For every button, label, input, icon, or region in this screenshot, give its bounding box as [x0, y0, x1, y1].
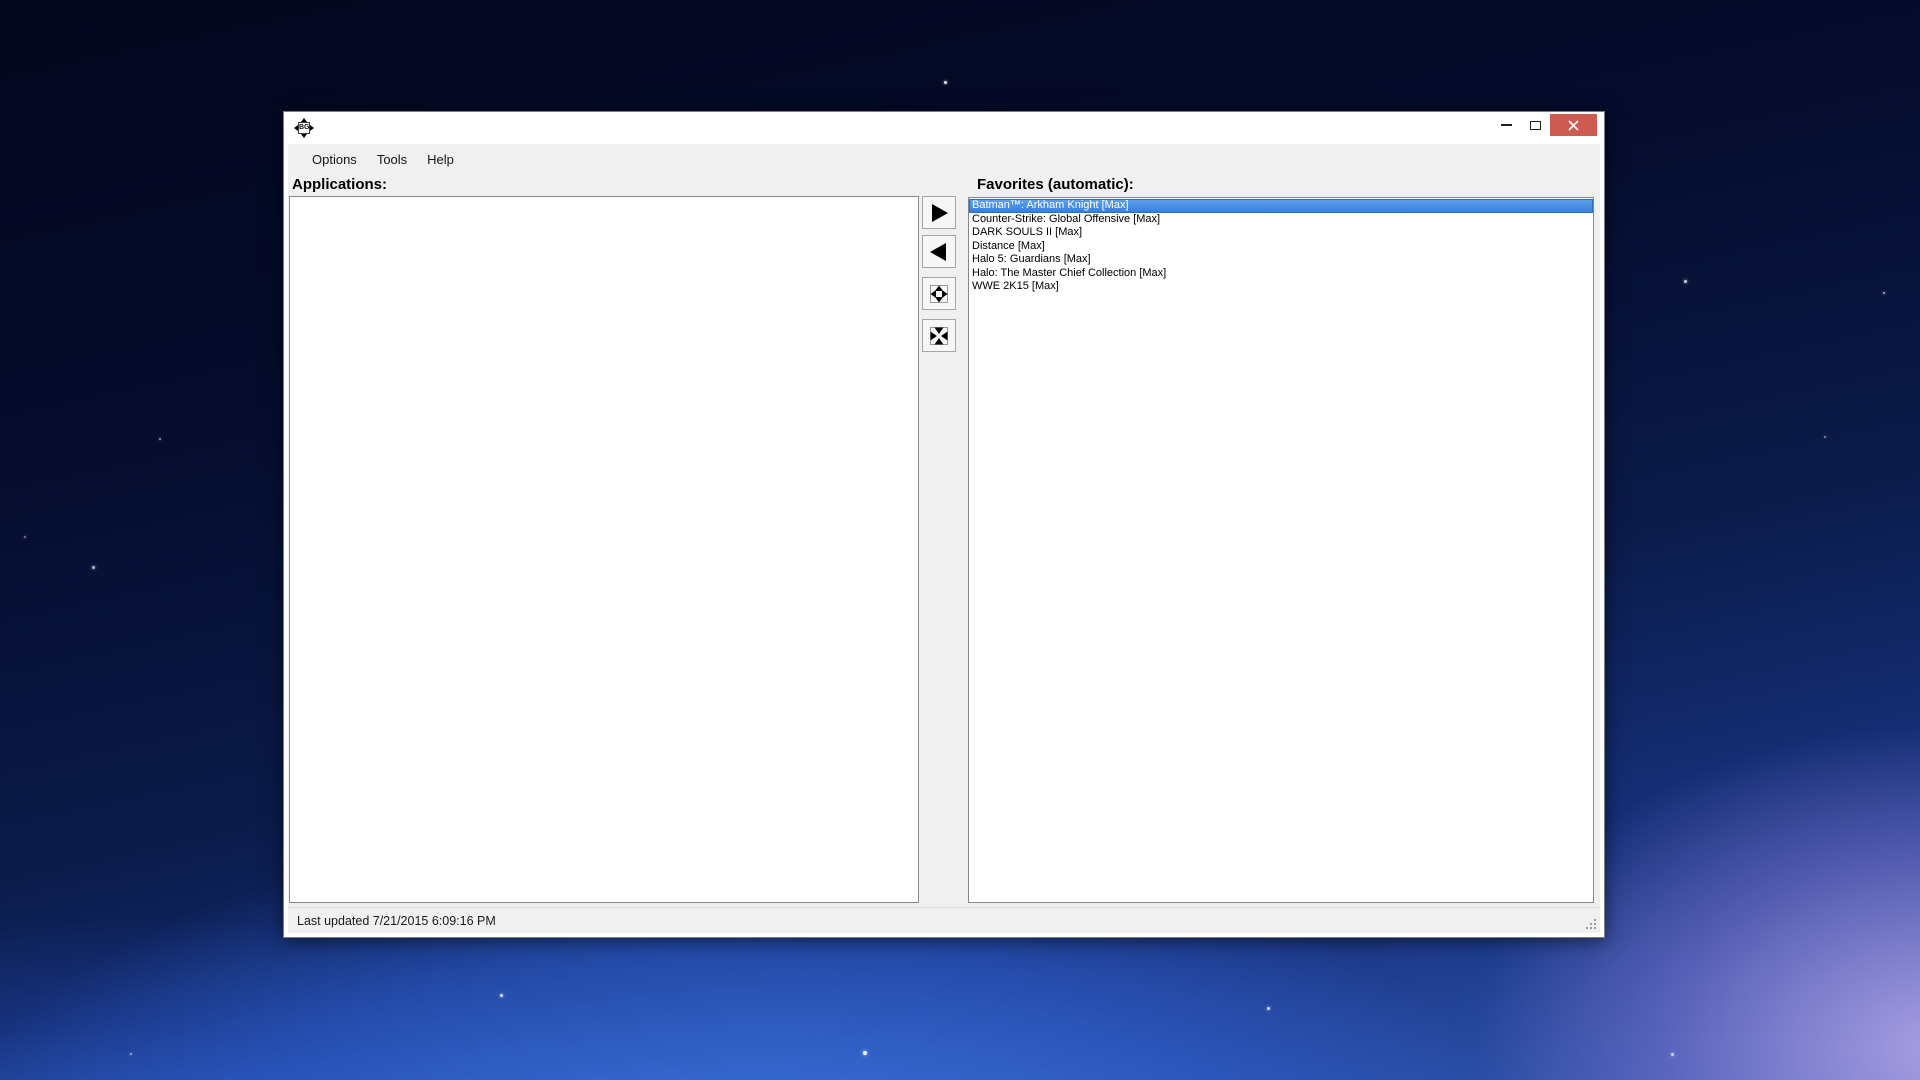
close-icon	[1568, 119, 1579, 131]
move-left-button[interactable]	[922, 235, 956, 268]
icon-arrow-down	[301, 134, 307, 138]
favorites-item[interactable]: Batman™: Arkham Knight [Max]	[969, 199, 1593, 213]
star	[944, 81, 947, 84]
star	[159, 438, 161, 440]
menu-item-help[interactable]: Help	[417, 148, 464, 171]
star	[1671, 1053, 1674, 1056]
favorites-item[interactable]: Halo 5: Guardians [Max]	[969, 253, 1593, 267]
right-arrow-icon	[932, 203, 948, 222]
icon-arrow-right	[310, 125, 314, 131]
contract-arrows-button[interactable]	[922, 319, 956, 352]
minimize-button[interactable]	[1492, 114, 1521, 136]
star	[1883, 292, 1885, 294]
expand-arrows-button[interactable]	[922, 277, 956, 310]
star	[500, 994, 503, 997]
left-arrow-icon	[930, 242, 946, 261]
favorites-item[interactable]: WWE 2K15 [Max]	[969, 280, 1593, 294]
favorites-item[interactable]: Counter-Strike: Global Offensive [Max]	[969, 213, 1593, 227]
app-window: BG Options Tools Help Applications: Favori…	[283, 111, 1605, 938]
menu-bar: Options Tools Help	[288, 144, 1600, 174]
menu-item-options[interactable]: Options	[302, 148, 367, 171]
menu-item-tools[interactable]: Tools	[367, 148, 417, 171]
favorites-listbox[interactable]: Batman™: Arkham Knight [Max] Counter-Stri…	[968, 197, 1594, 903]
favorites-item[interactable]: Halo: The Master Chief Collection [Max]	[969, 267, 1593, 281]
app-icon[interactable]: BG	[294, 118, 314, 138]
star	[1267, 1007, 1270, 1010]
favorites-item[interactable]: DARK SOULS II [Max]	[969, 226, 1593, 240]
resize-grip[interactable]	[1584, 917, 1598, 931]
window-controls	[1492, 114, 1597, 136]
maximize-button[interactable]	[1521, 114, 1550, 136]
applications-listbox[interactable]	[289, 196, 919, 903]
maximize-icon	[1530, 120, 1541, 130]
star	[1684, 280, 1687, 283]
app-icon-letters: BG	[298, 122, 310, 134]
applications-label: Applications:	[292, 176, 388, 193]
title-bar[interactable]: BG	[284, 112, 1604, 144]
client-area: Options Tools Help Applications: Favorites…	[288, 144, 1600, 933]
star	[92, 566, 95, 569]
star	[1824, 436, 1826, 438]
close-button[interactable]	[1550, 114, 1597, 136]
favorites-label: Favorites (automatic):	[977, 176, 1134, 193]
status-text: Last updated 7/21/2015 6:09:16 PM	[297, 913, 496, 928]
star	[863, 1051, 867, 1055]
minimize-icon	[1501, 124, 1512, 126]
move-right-button[interactable]	[922, 196, 956, 229]
star	[24, 536, 26, 538]
contract-arrows-icon	[930, 326, 948, 345]
star	[130, 1053, 132, 1055]
desktop: { "window": { "title": "", "app_icon_tex…	[0, 0, 1920, 1080]
status-bar: Last updated 7/21/2015 6:09:16 PM	[288, 907, 1600, 933]
favorites-item[interactable]: Distance [Max]	[969, 240, 1593, 254]
expand-arrows-icon	[930, 284, 948, 303]
